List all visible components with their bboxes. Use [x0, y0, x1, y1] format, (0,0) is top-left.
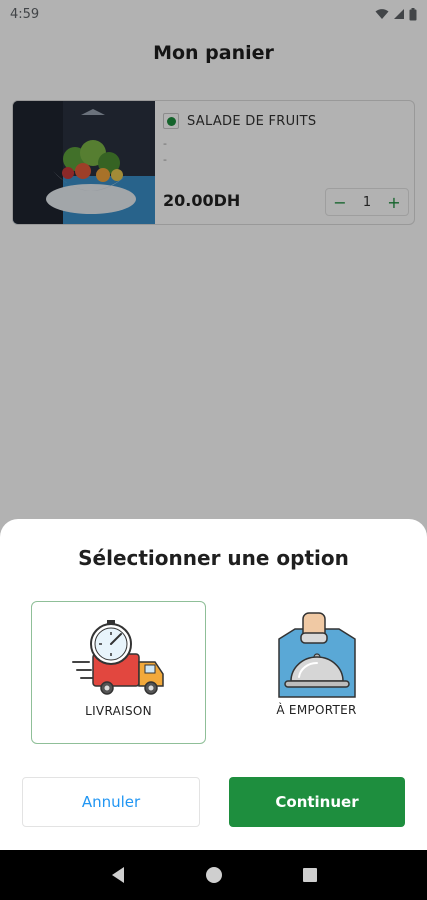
- option-takeaway[interactable]: À EMPORTER: [229, 601, 404, 744]
- option-bottom-sheet: Sélectionner une option LIVRAISON À EMPO…: [0, 519, 427, 850]
- delivery-truck-icon: [71, 620, 164, 695]
- sheet-title: Sélectionner une option: [78, 546, 349, 570]
- option-takeaway-label: À EMPORTER: [276, 703, 357, 717]
- option-delivery-label: LIVRAISON: [85, 704, 152, 718]
- continue-button[interactable]: Continuer: [229, 777, 405, 827]
- system-nav-bar: [0, 850, 427, 900]
- cancel-button[interactable]: Annuler: [22, 777, 200, 827]
- back-icon[interactable]: [110, 866, 126, 884]
- recents-icon[interactable]: [302, 867, 318, 883]
- home-icon[interactable]: [205, 866, 223, 884]
- option-delivery[interactable]: LIVRAISON: [31, 601, 206, 744]
- app-screen: 4:59 Mon panier SALADE DE FRUITS - - 20.…: [0, 0, 427, 900]
- cloche-takeaway-icon: [277, 612, 356, 698]
